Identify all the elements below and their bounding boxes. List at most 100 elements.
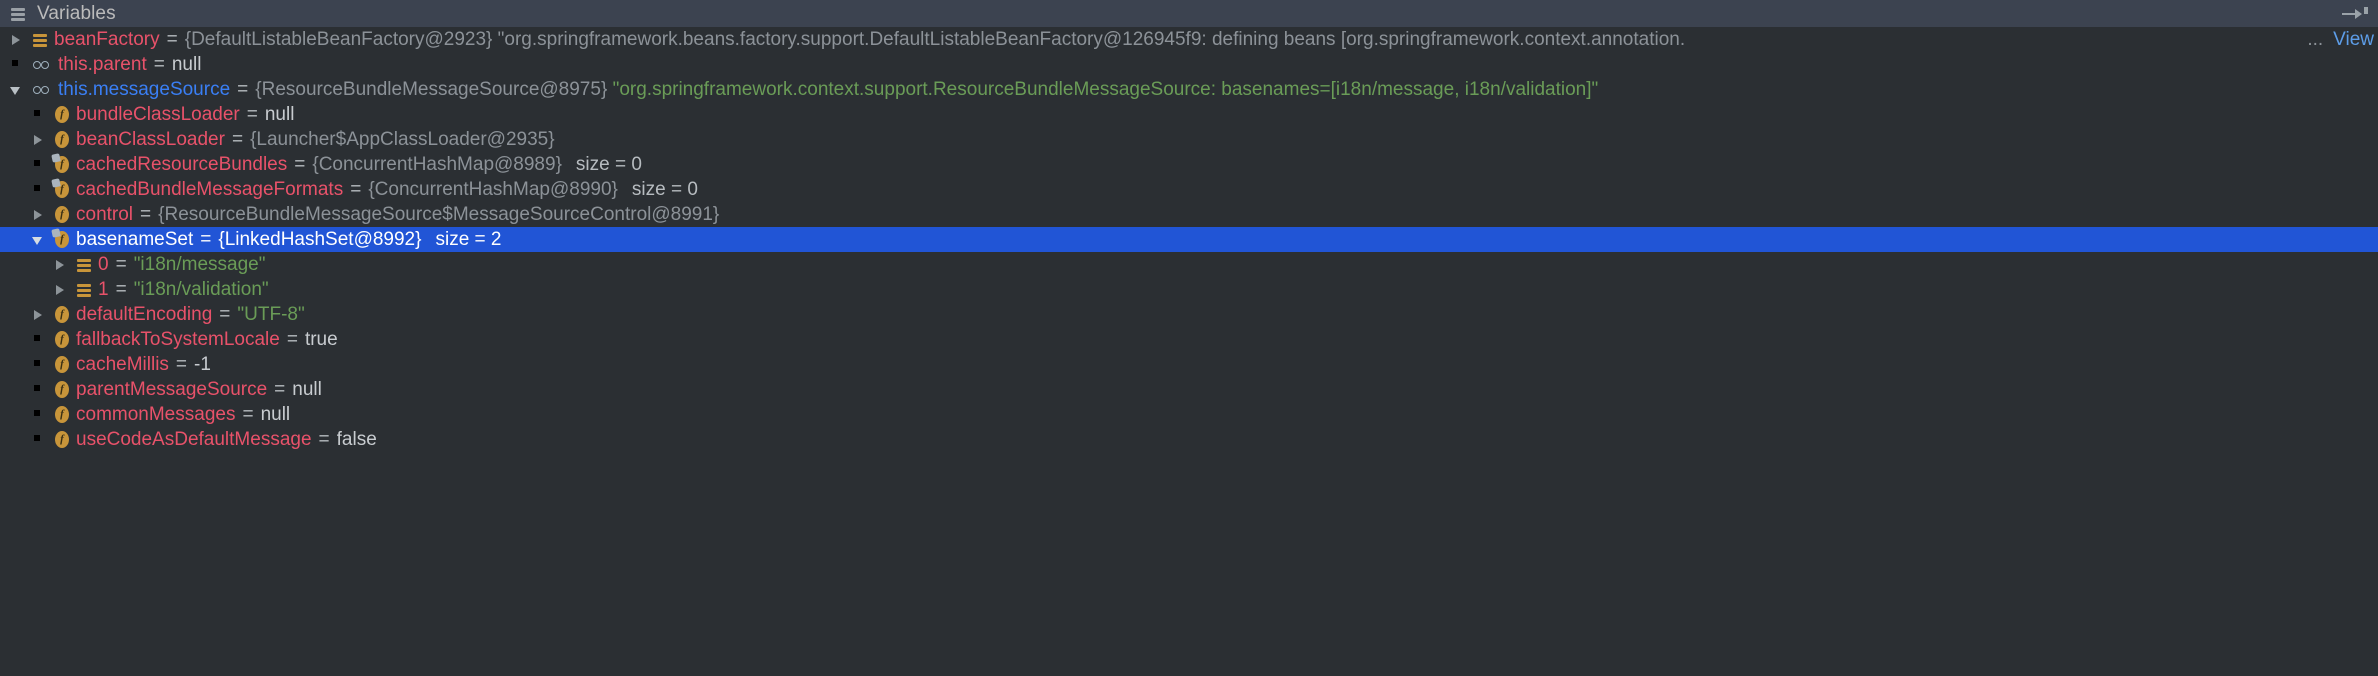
field-icon: f bbox=[54, 206, 70, 223]
variable-name: 1 bbox=[98, 278, 109, 300]
final-field-icon: f bbox=[51, 153, 70, 173]
collection-size: size = 0 bbox=[631, 178, 698, 200]
value-truncation-ellipsis: ... bbox=[2307, 28, 2324, 50]
variable-row[interactable]: this.messageSource = {ResourceBundleMessag… bbox=[0, 77, 2378, 102]
variable-value: {ResourceBundleMessageSource$MessageSour… bbox=[158, 204, 719, 226]
variable-row[interactable]: f parentMessageSource = null bbox=[0, 377, 2378, 402]
variable-row[interactable]: f commonMessages = null bbox=[0, 402, 2378, 427]
final-field-icon: f bbox=[51, 228, 70, 248]
variable-name: useCodeAsDefaultMessage bbox=[76, 428, 312, 450]
variable-value: {ResourceBundleMessageSource@8975} "org.… bbox=[255, 79, 1598, 101]
value-reference: {Launcher$AppClassLoader@2935} bbox=[250, 128, 555, 150]
variable-name: parentMessageSource bbox=[76, 378, 268, 400]
variable-row[interactable]: 0 = "i18n/message" bbox=[0, 252, 2378, 277]
expand-node-chevron-icon[interactable] bbox=[30, 132, 46, 148]
field-icon: f bbox=[54, 406, 70, 423]
variable-row[interactable]: f beanClassLoader = {Launcher$AppClassLoade… bbox=[0, 127, 2378, 152]
variable-name: cachedResourceBundles bbox=[76, 153, 288, 175]
assignment-equals: = bbox=[274, 378, 286, 400]
variable-row[interactable]: f basenameSet = {LinkedHashSet@8992} size = … bbox=[0, 227, 2378, 252]
watch-expression-icon bbox=[32, 82, 52, 98]
variable-row[interactable]: f fallbackToSystemLocale = true bbox=[0, 327, 2378, 352]
hide-tool-window-arrow-icon[interactable] bbox=[2342, 6, 2368, 22]
view-value-link[interactable]: View bbox=[2333, 29, 2374, 51]
expand-node-chevron-icon[interactable] bbox=[52, 257, 68, 273]
variable-value: null bbox=[265, 104, 295, 126]
assignment-equals: = bbox=[231, 128, 244, 150]
assignment-equals: = bbox=[242, 403, 254, 425]
collection-size: size = 0 bbox=[575, 153, 642, 175]
watch-expression-icon bbox=[32, 57, 52, 73]
collapse-node-chevron-icon[interactable] bbox=[8, 82, 24, 98]
value-reference: {ResourceBundleMessageSource@8975} bbox=[255, 78, 608, 100]
variable-row[interactable]: f cachedBundleMessageFormats = {ConcurrentH… bbox=[0, 177, 2378, 202]
assignment-equals: = bbox=[294, 153, 306, 175]
field-icon: f bbox=[54, 381, 70, 398]
value-string: "org.springframework.beans.factory.suppo… bbox=[497, 28, 1686, 50]
expand-node-chevron-icon[interactable] bbox=[8, 32, 24, 48]
value-string: "i18n/validation" bbox=[133, 278, 269, 300]
variables-list-icon bbox=[10, 6, 26, 22]
variable-value: -1 bbox=[194, 354, 211, 376]
collapse-node-chevron-icon[interactable] bbox=[30, 232, 46, 248]
variable-value: false bbox=[337, 429, 377, 451]
expand-node-chevron-icon[interactable] bbox=[52, 282, 68, 298]
field-icon: f bbox=[54, 131, 70, 148]
variable-name: defaultEncoding bbox=[76, 303, 213, 325]
field-icon: f bbox=[54, 106, 70, 123]
variable-name: cacheMillis bbox=[76, 353, 169, 375]
variable-row[interactable]: f cacheMillis = -1 bbox=[0, 352, 2378, 377]
variable-value: "UTF-8" bbox=[237, 304, 304, 326]
collection-size: size = 2 bbox=[435, 228, 502, 250]
field-icon: f bbox=[54, 431, 70, 448]
assignment-equals: = bbox=[350, 178, 362, 200]
value-string: "i18n/message" bbox=[133, 253, 266, 275]
tree-toggle-placeholder bbox=[30, 157, 46, 173]
variable-value: {ConcurrentHashMap@8990} size = 0 bbox=[368, 179, 698, 201]
variable-name: fallbackToSystemLocale bbox=[76, 328, 280, 350]
variable-row[interactable]: this.parent = null bbox=[0, 52, 2378, 77]
value-literal: -1 bbox=[194, 353, 211, 375]
variables-tree[interactable]: beanFactory = {DefaultListableBeanFactory@… bbox=[0, 27, 2378, 676]
variable-name: cachedBundleMessageFormats bbox=[76, 178, 344, 200]
variable-row[interactable]: f bundleClassLoader = null bbox=[0, 102, 2378, 127]
tree-toggle-placeholder bbox=[30, 407, 46, 423]
array-element-icon bbox=[32, 32, 48, 48]
value-literal: true bbox=[304, 328, 338, 350]
variable-row[interactable]: 1 = "i18n/validation" bbox=[0, 277, 2378, 302]
value-reference: {ConcurrentHashMap@8989} bbox=[312, 153, 562, 175]
expand-node-chevron-icon[interactable] bbox=[30, 307, 46, 323]
assignment-equals: = bbox=[246, 103, 258, 125]
field-icon: f bbox=[54, 331, 70, 348]
variable-row[interactable]: f control = {ResourceBundleMessageSource$Me… bbox=[0, 202, 2378, 227]
value-reference: {ConcurrentHashMap@8990} bbox=[368, 178, 618, 200]
variable-value: {ConcurrentHashMap@8989} size = 0 bbox=[312, 154, 642, 176]
value-string: "org.springframework.context.support.Res… bbox=[612, 78, 1599, 100]
assignment-equals: = bbox=[175, 353, 188, 375]
tool-window-header-actions bbox=[2342, 6, 2372, 22]
variable-value: null bbox=[292, 379, 322, 401]
assignment-equals: = bbox=[166, 28, 178, 50]
assignment-equals: = bbox=[318, 428, 330, 450]
variable-name: basenameSet bbox=[76, 228, 194, 250]
array-element-icon bbox=[76, 257, 92, 273]
variable-row[interactable]: f cachedResourceBundles = {ConcurrentHashMa… bbox=[0, 152, 2378, 177]
assignment-equals: = bbox=[140, 203, 152, 225]
variable-value: {LinkedHashSet@8992} size = 2 bbox=[218, 229, 501, 251]
variable-value: null bbox=[261, 404, 291, 426]
final-field-icon: f bbox=[51, 178, 70, 198]
array-element-icon bbox=[76, 282, 92, 298]
expand-node-chevron-icon[interactable] bbox=[30, 207, 46, 223]
tree-toggle-placeholder bbox=[30, 182, 46, 198]
variable-name: beanClassLoader bbox=[76, 128, 225, 150]
variable-row[interactable]: beanFactory = {DefaultListableBeanFactory@… bbox=[0, 27, 2378, 52]
variable-value: {Launcher$AppClassLoader@2935} bbox=[250, 129, 555, 151]
variables-tool-window-header: Variables bbox=[0, 0, 2378, 27]
variable-row[interactable]: f useCodeAsDefaultMessage = false bbox=[0, 427, 2378, 452]
value-literal: null bbox=[292, 378, 322, 400]
value-reference: {LinkedHashSet@8992} bbox=[218, 228, 422, 250]
variable-name: this.messageSource bbox=[58, 78, 231, 100]
variable-row[interactable]: f defaultEncoding = "UTF-8" bbox=[0, 302, 2378, 327]
tree-toggle-placeholder bbox=[30, 432, 46, 448]
variable-name: commonMessages bbox=[76, 403, 236, 425]
